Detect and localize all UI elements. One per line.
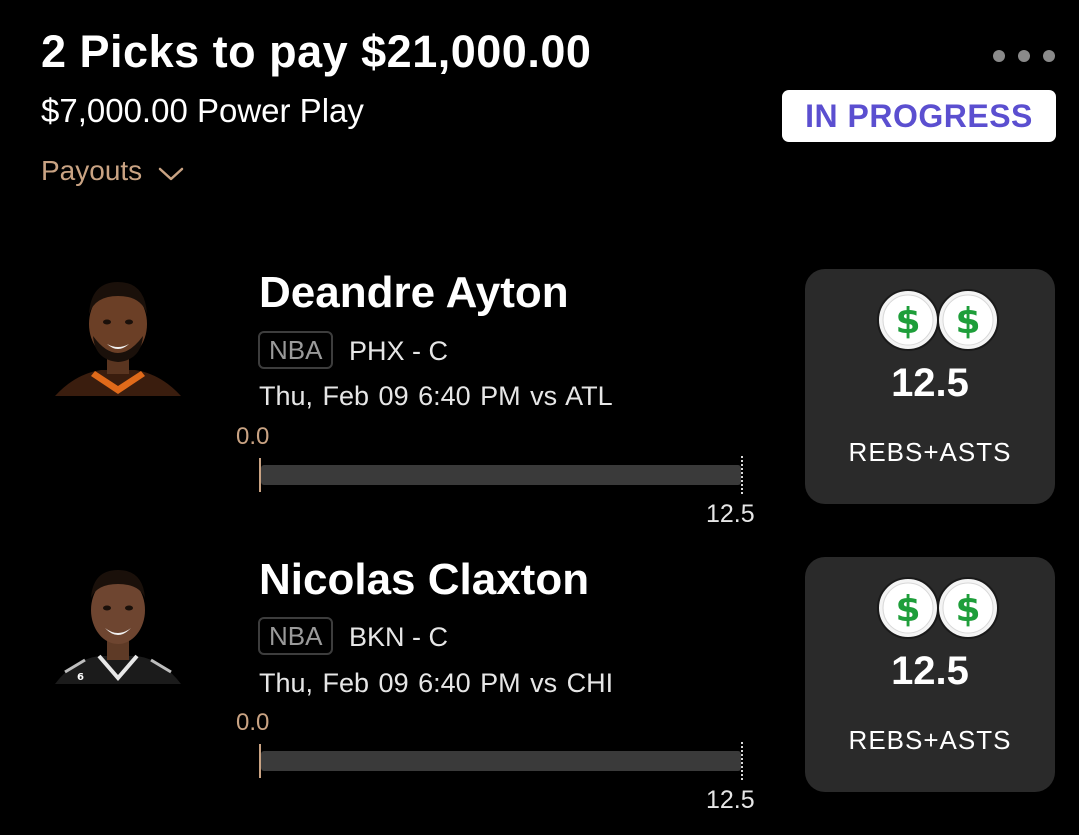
current-stat-value: 0.0 — [236, 709, 270, 736]
projection-line: 12.5 — [891, 649, 969, 693]
ellipsis-icon[interactable] — [993, 50, 1055, 62]
player-headshot-claxton: 6 — [55, 560, 181, 686]
goal-value: 12.5 — [706, 786, 755, 814]
player-name: Nicolas Claxton — [259, 555, 590, 604]
svg-text:$: $ — [955, 589, 980, 630]
payouts-label: Payouts — [41, 155, 143, 186]
chevron-down-icon — [158, 167, 184, 181]
current-stat-value: 0.0 — [236, 423, 270, 450]
league-badge: NBA — [258, 617, 334, 655]
status-badge: IN PROGRESS — [782, 90, 1056, 142]
progress-bar — [261, 751, 741, 771]
player-headshot-ayton — [55, 274, 181, 400]
svg-text:$: $ — [955, 301, 980, 342]
svg-text:$: $ — [895, 589, 920, 630]
svg-text:6: 6 — [77, 672, 84, 683]
projection-line: 12.5 — [891, 361, 969, 405]
goal-value: 12.5 — [706, 500, 755, 528]
game-time: Thu, Feb 09 6:40 PM vs CHI — [259, 668, 614, 698]
payouts-toggle[interactable]: Payouts — [41, 155, 184, 187]
player-name: Deandre Ayton — [259, 268, 569, 317]
projection-stat-type: REBS+ASTS — [848, 725, 1012, 755]
dollar-coin-icon: $ $ — [877, 289, 999, 351]
team-position: PHX - C — [349, 336, 449, 366]
page-title: 2 Picks to pay $21,000.00 — [41, 26, 592, 77]
progress-bar — [261, 465, 741, 485]
dollar-coin-icon: $ $ — [877, 577, 999, 639]
projection-card[interactable]: $ $ 12.5 REBS+ASTS — [805, 269, 1055, 504]
entry-type: $7,000.00 Power Play — [41, 92, 364, 129]
game-time: Thu, Feb 09 6:40 PM vs ATL — [259, 381, 613, 411]
projection-card[interactable]: $ $ 12.5 REBS+ASTS — [805, 557, 1055, 792]
goal-marker — [741, 742, 743, 780]
goal-marker — [741, 456, 743, 494]
league-badge: NBA — [258, 331, 334, 369]
svg-text:$: $ — [895, 301, 920, 342]
projection-stat-type: REBS+ASTS — [848, 437, 1012, 467]
team-position: BKN - C — [349, 622, 449, 652]
